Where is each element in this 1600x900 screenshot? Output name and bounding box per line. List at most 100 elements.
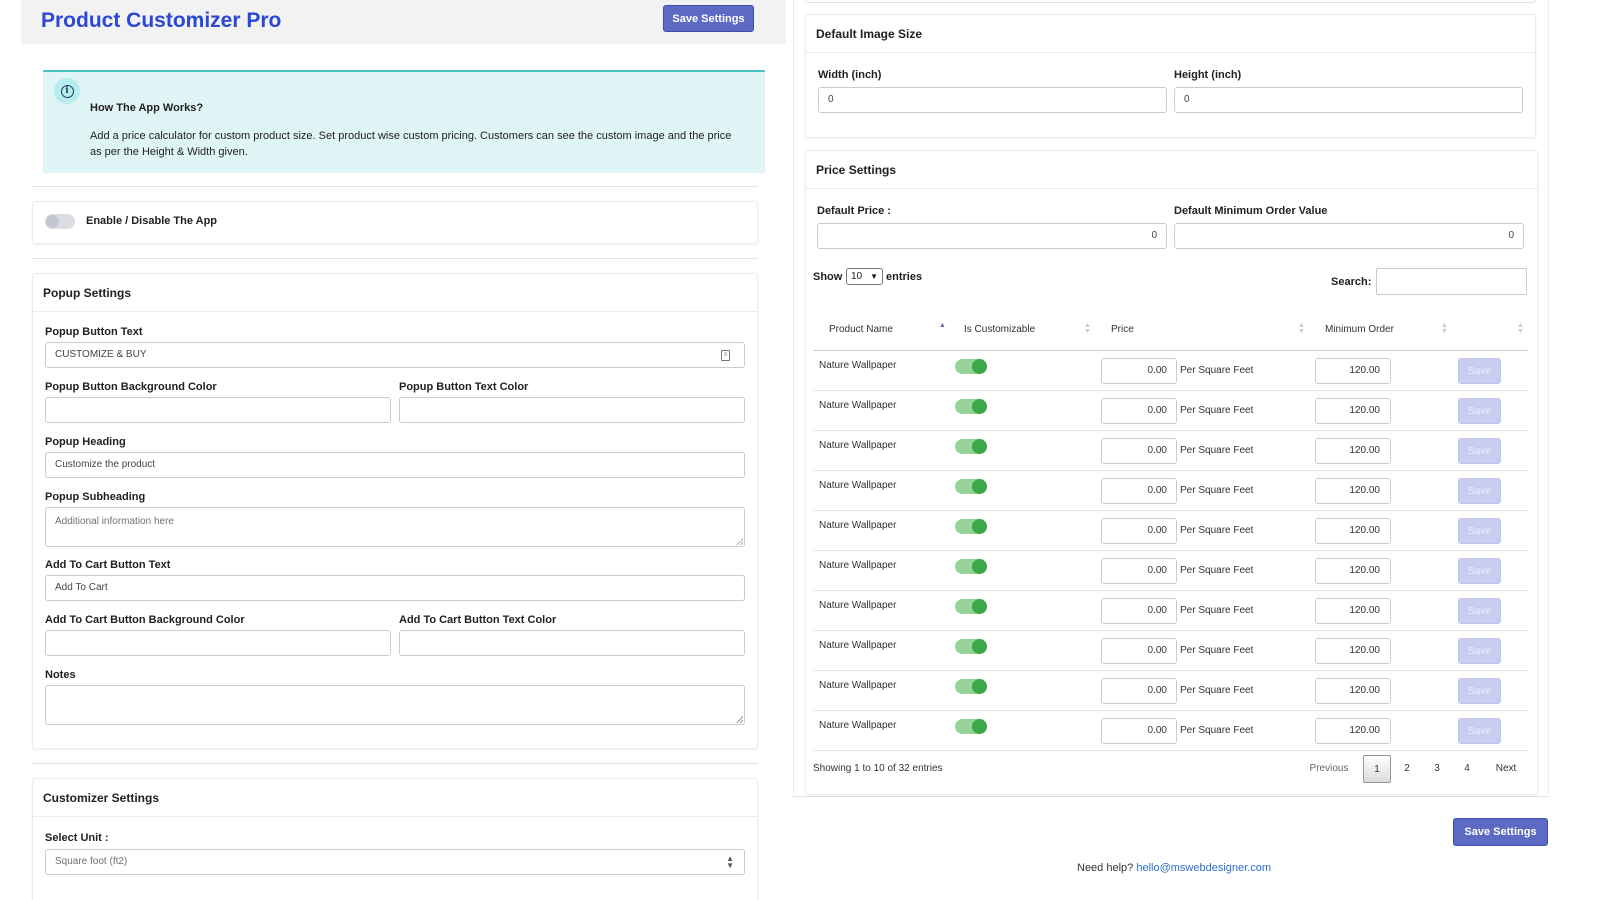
minimum-order-input[interactable]: 120.00 [1315,438,1391,464]
enable-app-label: Enable / Disable The App [86,215,218,227]
select-unit-dropdown[interactable]: Square foot (ft2) ▲ ▼ [45,849,745,875]
popup-heading-input[interactable]: Customize the product [45,452,745,478]
cart-button-text-input[interactable]: Add To Cart [45,575,745,601]
width-input[interactable]: 0 [818,87,1167,113]
price-input[interactable]: 0.00 [1101,398,1177,424]
customizable-toggle[interactable] [955,559,987,574]
price-unit: Per Square Feet [1180,645,1254,656]
save-settings-bottom-button[interactable]: Save Settings [1453,818,1548,846]
minimum-order-input[interactable]: 120.00 [1315,518,1391,544]
customizer-settings-card: Customizer Settings Select Unit : Square… [32,778,758,900]
app-title: Product Customizer Pro [41,9,282,32]
customizable-toggle[interactable] [955,519,987,534]
customizable-toggle[interactable] [955,359,987,374]
table-info: Showing 1 to 10 of 32 entries [813,763,943,774]
default-min-order-input[interactable]: 0 [1174,223,1524,249]
pagination-previous[interactable]: Previous [1300,755,1358,783]
help-text: Need help? hello@mswebdesigner.com [1077,862,1272,874]
product-name: Nature Wallpaper [819,680,897,691]
customizable-toggle[interactable] [955,439,987,454]
column-header-minimum-order[interactable]: Minimum Order [1325,324,1394,335]
help-email-link[interactable]: hello@mswebdesigner.com [1136,862,1271,874]
row-save-button[interactable]: Save [1458,558,1501,584]
price-unit: Per Square Feet [1180,605,1254,616]
sort-asc-icon[interactable]: ▲ [939,322,946,329]
minimum-order-input[interactable]: 120.00 [1315,718,1391,744]
enable-app-toggle[interactable] [45,214,75,229]
cart-button-bg-color-input[interactable] [45,630,391,656]
price-input[interactable]: 0.00 [1101,518,1177,544]
row-save-button[interactable]: Save [1458,638,1501,664]
customizable-toggle[interactable] [955,679,987,694]
price-input[interactable]: 0.00 [1101,558,1177,584]
entries-select[interactable]: 10 ▼ [846,268,883,285]
select-unit-label: Select Unit : [45,832,109,844]
popup-button-text-label: Popup Button Text [45,326,143,338]
row-save-button[interactable]: Save [1458,358,1501,384]
customizable-toggle[interactable] [955,399,987,414]
minimum-order-input[interactable]: 120.00 [1315,598,1391,624]
pagination-page-4[interactable]: 4 [1455,755,1479,783]
minimum-order-input[interactable]: 120.00 [1315,478,1391,504]
price-input[interactable]: 0.00 [1101,358,1177,384]
width-label: Width (inch) [818,69,882,81]
product-name: Nature Wallpaper [819,360,897,371]
row-save-button[interactable]: Save [1458,398,1501,424]
column-header-product-name[interactable]: Product Name [829,324,893,335]
popup-subheading-textarea[interactable]: Additional information here [45,507,745,547]
search-input[interactable] [1376,268,1527,295]
price-input[interactable]: 0.00 [1101,638,1177,664]
sort-icon[interactable]: ▲ ▼ [1084,322,1091,335]
popup-button-text-color-input[interactable] [399,397,745,423]
table-row: Nature Wallpaper 0.00 Per Square Feet 120.0… [813,471,1528,511]
customizable-toggle[interactable] [955,639,987,654]
price-input[interactable]: 0.00 [1101,598,1177,624]
row-save-button[interactable]: Save [1458,478,1501,504]
height-input[interactable]: 0 [1174,87,1523,113]
row-save-button[interactable]: Save [1458,438,1501,464]
customizable-toggle[interactable] [955,479,987,494]
row-save-button[interactable]: Save [1458,678,1501,704]
divider [32,763,758,764]
minimum-order-input[interactable]: 120.00 [1315,558,1391,584]
cart-button-text-color-input[interactable] [399,630,745,656]
minimum-order-input[interactable]: 120.00 [1315,638,1391,664]
customizable-toggle[interactable] [955,719,987,734]
column-header-is-customizable[interactable]: Is Customizable [964,324,1035,335]
minimum-order-input[interactable]: 120.00 [1315,678,1391,704]
notes-textarea[interactable] [45,685,745,725]
pagination-next[interactable]: Next [1488,755,1524,783]
pagination-page-2[interactable]: 2 [1395,755,1419,783]
sort-icon[interactable]: ▲ ▼ [1298,322,1305,335]
row-save-button[interactable]: Save [1458,598,1501,624]
search-label: Search: [1331,276,1372,288]
price-unit: Per Square Feet [1180,405,1254,416]
row-save-button[interactable]: Save [1458,518,1501,544]
sort-icon[interactable]: ▲ ▼ [1517,322,1524,335]
cart-button-text-color-label: Add To Cart Button Text Color [399,614,557,626]
price-input[interactable]: 0.00 [1101,438,1177,464]
popup-heading-label: Popup Heading [45,436,126,448]
resize-grip-icon[interactable] [736,538,743,545]
pagination-page-1[interactable]: 1 [1363,755,1391,783]
save-settings-button[interactable]: Save Settings [663,5,754,32]
notes-label: Notes [45,669,76,681]
popup-button-bg-color-input[interactable] [45,397,391,423]
default-price-input[interactable]: 0 [817,223,1167,249]
info-title: How The App Works? [90,102,204,114]
price-input[interactable]: 0.00 [1101,678,1177,704]
popup-button-bg-color-label: Popup Button Background Color [45,381,217,393]
price-input[interactable]: 0.00 [1101,718,1177,744]
minimum-order-input[interactable]: 120.00 [1315,398,1391,424]
popup-settings-title: Popup Settings [33,274,757,312]
info-banner: i How The App Works? Add a price calcula… [43,70,765,173]
customizable-toggle[interactable] [955,599,987,614]
popup-button-text-input[interactable]: CUSTOMIZE & BUY ≡ [45,342,745,368]
column-header-price[interactable]: Price [1111,324,1134,335]
resize-grip-icon[interactable] [736,716,743,723]
sort-icon[interactable]: ▲ ▼ [1441,322,1448,335]
minimum-order-input[interactable]: 120.00 [1315,358,1391,384]
pagination-page-3[interactable]: 3 [1425,755,1449,783]
row-save-button[interactable]: Save [1458,718,1501,744]
price-input[interactable]: 0.00 [1101,478,1177,504]
